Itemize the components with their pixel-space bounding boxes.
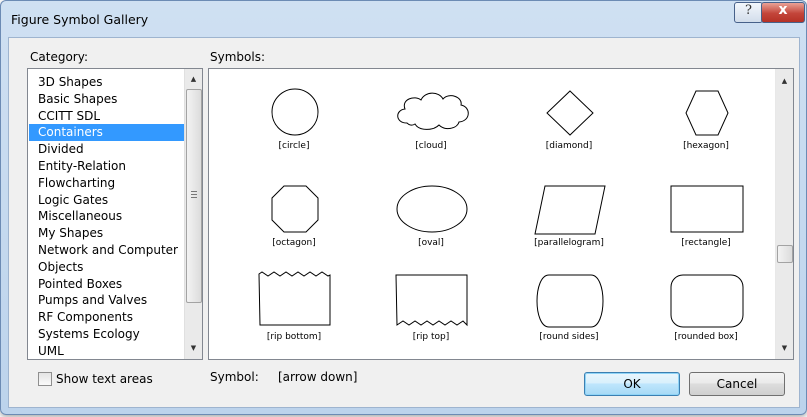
rounded-box-shape-icon bbox=[670, 274, 744, 328]
parallelogram-shape-icon bbox=[534, 185, 606, 235]
scroll-thumb[interactable] bbox=[186, 89, 202, 303]
rip-top-shape-icon bbox=[395, 274, 468, 327]
category-item[interactable]: Systems Ecology bbox=[29, 326, 184, 343]
symbol-parallelogram[interactable]: [parallelogram] bbox=[519, 176, 619, 266]
category-item[interactable]: 3D Shapes bbox=[29, 74, 184, 91]
symbol-caption: [diamond] bbox=[545, 141, 593, 151]
category-item[interactable]: Network and Computer bbox=[29, 242, 184, 259]
symbol-caption: [rectangle] bbox=[681, 238, 731, 248]
help-button[interactable]: ? bbox=[734, 2, 763, 23]
category-item[interactable]: My Shapes bbox=[29, 225, 184, 242]
symbol-caption: [rip bottom] bbox=[266, 332, 322, 342]
scroll-down-arrow-icon[interactable]: ▼ bbox=[776, 340, 793, 357]
close-button[interactable]: x bbox=[761, 2, 805, 23]
oval-shape-icon bbox=[396, 185, 468, 233]
symbol-round-sides[interactable]: [round sides] bbox=[519, 269, 619, 359]
category-item[interactable]: Objects bbox=[29, 259, 184, 276]
octagon-shape-icon bbox=[271, 185, 319, 233]
diamond-shape-icon bbox=[546, 90, 594, 136]
category-item[interactable]: Pointed Boxes bbox=[29, 276, 184, 293]
symbol-caption: [round sides] bbox=[539, 332, 599, 342]
category-item[interactable]: Logic Gates bbox=[29, 192, 184, 209]
category-scrollbar[interactable]: ▲ ▼ bbox=[184, 69, 202, 359]
symbols-label: Symbols: bbox=[210, 50, 265, 64]
category-item[interactable]: Divided bbox=[29, 141, 184, 158]
scroll-up-arrow-icon[interactable]: ▲ bbox=[776, 73, 793, 90]
symbol-circle[interactable]: [circle] bbox=[244, 79, 344, 169]
category-item[interactable]: Miscellaneous bbox=[29, 208, 184, 225]
symbol-hexagon[interactable]: [hexagon] bbox=[656, 79, 756, 169]
scroll-thumb[interactable] bbox=[777, 245, 793, 263]
symbol-oval[interactable]: [oval] bbox=[381, 176, 481, 266]
symbol-caption: [hexagon] bbox=[683, 141, 729, 151]
category-item[interactable]: Entity-Relation bbox=[29, 158, 184, 175]
symbol-rip-bottom[interactable]: [rip bottom] bbox=[244, 269, 344, 359]
symbol-cloud[interactable]: [cloud] bbox=[381, 79, 481, 169]
rip-bottom-shape-icon bbox=[258, 271, 331, 326]
scroll-up-arrow-icon[interactable]: ▲ bbox=[185, 71, 202, 88]
category-item[interactable]: CCITT SDL bbox=[29, 108, 184, 125]
symbols-gallery[interactable]: [circle] [cloud] [diamond] [hexagon] [octago… bbox=[208, 68, 794, 360]
symbol-rip-top[interactable]: [rip top] bbox=[381, 269, 481, 359]
show-text-areas-label[interactable]: Show text areas bbox=[56, 372, 153, 386]
symbol-rectangle[interactable]: [rectangle] bbox=[656, 176, 756, 266]
category-list: 3D Shapes Basic Shapes CCITT SDL Containers… bbox=[29, 74, 184, 359]
category-item[interactable]: Containers bbox=[29, 124, 184, 142]
close-icon: x bbox=[778, 2, 788, 18]
category-item[interactable]: Flowcharting bbox=[29, 175, 184, 192]
symbol-caption: [rounded box] bbox=[674, 332, 738, 342]
help-icon: ? bbox=[745, 3, 752, 18]
category-item[interactable]: Pumps and Valves bbox=[29, 292, 184, 309]
symbol-diamond[interactable]: [diamond] bbox=[519, 79, 619, 169]
window-title: Figure Symbol Gallery bbox=[11, 12, 149, 27]
title-bar[interactable]: Figure Symbol Gallery ? x bbox=[1, 1, 806, 37]
cancel-button[interactable]: Cancel bbox=[689, 372, 785, 396]
symbol-label: Symbol: bbox=[210, 370, 259, 384]
ok-button[interactable]: OK bbox=[584, 372, 680, 396]
symbols-scrollbar[interactable]: ▲ ▼ bbox=[775, 69, 793, 359]
circle-shape-icon bbox=[271, 88, 319, 136]
symbol-caption: [oval] bbox=[418, 238, 444, 248]
symbol-caption: [octagon] bbox=[272, 238, 316, 248]
scroll-down-arrow-icon[interactable]: ▼ bbox=[185, 340, 202, 357]
symbol-rounded-box[interactable]: [rounded box] bbox=[656, 269, 756, 359]
category-label: Category: bbox=[30, 50, 88, 64]
rectangle-shape-icon bbox=[670, 185, 744, 233]
round-sides-shape-icon bbox=[536, 274, 604, 328]
category-item[interactable]: RF Components bbox=[29, 309, 184, 326]
symbol-caption: [cloud] bbox=[415, 141, 447, 151]
cloud-shape-icon bbox=[397, 92, 469, 130]
symbol-value: [arrow down] bbox=[278, 370, 358, 384]
symbol-caption: [rip top] bbox=[412, 332, 450, 342]
category-item[interactable]: UML bbox=[29, 343, 184, 359]
symbol-octagon[interactable]: [octagon] bbox=[244, 176, 344, 266]
category-listbox[interactable]: 3D Shapes Basic Shapes CCITT SDL Containers… bbox=[27, 68, 203, 360]
symbol-caption: [parallelogram] bbox=[534, 238, 604, 248]
category-item[interactable]: Basic Shapes bbox=[29, 91, 184, 108]
hexagon-shape-icon bbox=[685, 90, 729, 136]
symbol-caption: [circle] bbox=[278, 141, 310, 151]
show-text-areas-checkbox[interactable] bbox=[38, 372, 52, 386]
